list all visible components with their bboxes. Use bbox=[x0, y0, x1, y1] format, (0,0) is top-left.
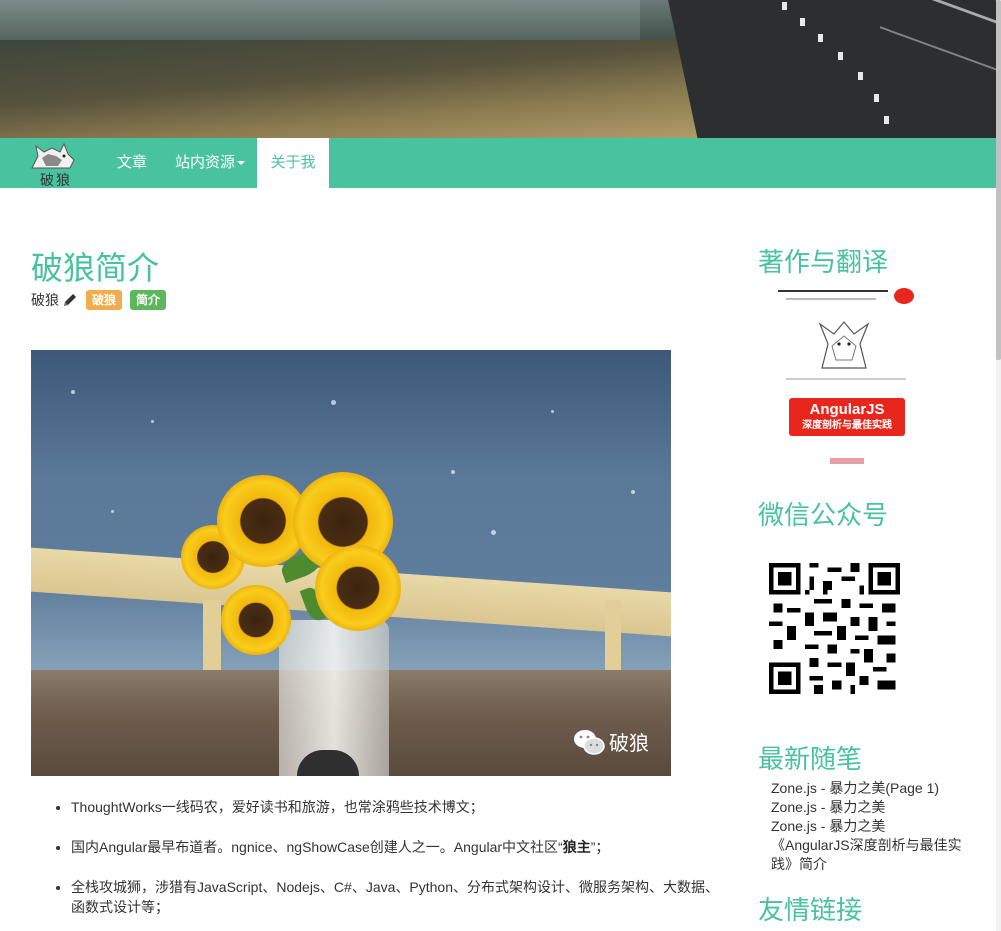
site-logo[interactable]: 破狼 bbox=[22, 142, 84, 189]
nav-item-label: 关于我 bbox=[270, 154, 316, 171]
recent-post-link[interactable]: 《AngularJS深度剖析与最佳实践》简介 bbox=[771, 836, 981, 874]
nav-item-label: 站内资源 bbox=[175, 154, 236, 171]
tag-badge[interactable]: 简介 bbox=[130, 290, 167, 310]
nav-item-articles[interactable]: 文章 bbox=[100, 138, 164, 188]
article-title: 破狼简介 bbox=[31, 250, 160, 286]
recent-posts-heading: 最新随笔 bbox=[758, 744, 863, 774]
wechat-heading: 微信公众号 bbox=[758, 500, 889, 530]
author-name[interactable]: 破狼 bbox=[31, 290, 59, 310]
caret-down-icon bbox=[237, 161, 246, 166]
top-navbar: 破狼 文章 站内资源 关于我 bbox=[0, 138, 996, 189]
hero-banner-image bbox=[0, 0, 996, 138]
article-photo: 破狼 bbox=[31, 350, 671, 776]
photo-watermark: 破狼 bbox=[573, 727, 649, 756]
works-heading: 著作与翻译 bbox=[758, 247, 889, 277]
book-subtitle: 深度剖析与最佳实践 bbox=[802, 420, 892, 431]
intro-list: ThoughtWorks一线码农，爱好读书和旅游，也常涂鸦些技术博文； 国内An… bbox=[71, 797, 731, 931]
wechat-icon bbox=[574, 729, 605, 755]
recent-post-link[interactable]: Zone.js - 暴力之美(Page 1) bbox=[771, 779, 981, 798]
logo-text: 破狼 bbox=[40, 173, 72, 189]
pencil-icon bbox=[64, 294, 76, 306]
list-item: 国内Angular最早布道者。ngnice、ngShowCase创建人之一。An… bbox=[71, 837, 731, 857]
recent-post-link[interactable]: Zone.js - 暴力之美 bbox=[771, 817, 981, 836]
list-item: ThoughtWorks一线码农，爱好读书和旅游，也常涂鸦些技术博文； bbox=[71, 797, 731, 817]
friend-links-heading: 友情链接 bbox=[758, 895, 863, 925]
wolf-logo-icon bbox=[31, 142, 75, 169]
vertical-scrollbar[interactable] bbox=[996, 0, 1001, 931]
scrollbar-thumb[interactable] bbox=[996, 0, 1001, 360]
book-title: AngularJS bbox=[809, 401, 885, 418]
list-item: 全栈攻城狮，涉猎有JavaScript、Nodejs、C#、Java、Pytho… bbox=[71, 877, 731, 917]
nav-item-resources-dropdown[interactable]: 站内资源 bbox=[160, 138, 260, 188]
book-cover-image[interactable]: AngularJS 深度剖析与最佳实践 bbox=[776, 286, 916, 474]
tag-badge[interactable]: 破狼 bbox=[86, 290, 123, 310]
recent-post-link[interactable]: Zone.js - 暴力之美 bbox=[771, 798, 981, 817]
recent-posts-list: Zone.js - 暴力之美(Page 1) Zone.js - 暴力之美 Zo… bbox=[771, 779, 981, 874]
nav-item-about[interactable]: 关于我 bbox=[257, 138, 329, 188]
wechat-qr-code bbox=[769, 563, 900, 694]
nav-item-label: 文章 bbox=[117, 154, 148, 171]
wolf-illustration-icon bbox=[818, 321, 870, 369]
watermark-text: 破狼 bbox=[609, 733, 649, 755]
article-meta: 破狼 破狼 简介 bbox=[31, 289, 167, 311]
